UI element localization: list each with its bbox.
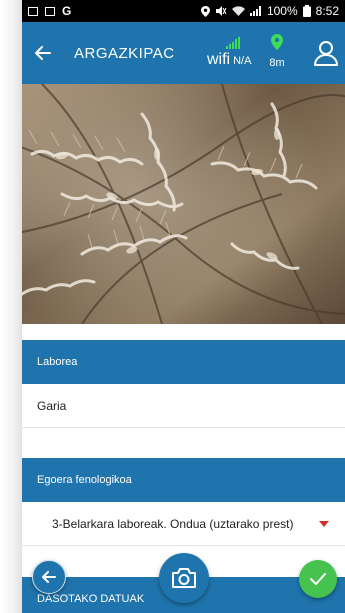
wifi-value: N/A <box>233 55 252 67</box>
phenology-label: Egoera fenologikoa <box>37 474 132 486</box>
page-title: ARGAZKIPAC <box>74 44 175 62</box>
user-icon <box>314 41 338 66</box>
signal-bars-icon <box>226 37 240 49</box>
phenology-select[interactable]: 3-Belarkara laboreak. Ondua (uztarako pr… <box>22 502 345 546</box>
crop-value: Garia <box>37 398 67 413</box>
phenology-selected-value: 3-Belarkara laboreak. Ondua (uztarako pr… <box>52 516 294 531</box>
battery-icon <box>302 5 311 17</box>
take-photo-button[interactable] <box>159 553 209 603</box>
status-right-icons: 100% 8:52 <box>200 4 339 18</box>
wheat-photo-image <box>22 84 345 324</box>
message-notification-icon <box>45 6 55 16</box>
phone-screen: G 100% 8:52 ARGAZKIPAC wifi N/A 8m Labor… <box>0 0 345 613</box>
crop-photo <box>22 84 345 324</box>
battery-percent: 100% <box>266 4 298 18</box>
header-back-button[interactable] <box>28 38 58 68</box>
app-header: ARGAZKIPAC wifi N/A 8m <box>22 22 345 84</box>
crop-section-header: Laborea <box>22 340 345 384</box>
dropdown-caret-icon <box>319 521 329 527</box>
arrow-left-icon <box>35 46 51 60</box>
status-time: 8:52 <box>315 4 339 18</box>
check-icon <box>310 573 326 585</box>
previous-step-button[interactable] <box>32 560 66 594</box>
user-profile-button[interactable] <box>313 40 339 66</box>
wifi-label: wifi <box>207 51 231 68</box>
confirm-button[interactable] <box>299 560 337 598</box>
location-pin-icon <box>271 34 283 50</box>
gallery-notification-icon <box>28 6 38 16</box>
arrow-left-icon <box>42 571 56 583</box>
status-bar: G 100% 8:52 <box>22 0 345 22</box>
location-status-icon <box>200 5 210 17</box>
google-notification-icon: G <box>62 4 72 18</box>
wifi-indicator: wifi N/A <box>207 36 259 69</box>
phenology-section-header: Egoera fenologikoa <box>22 458 345 502</box>
crop-label: Laborea <box>37 356 78 368</box>
collected-data-label: DASOTAKO DATUAK <box>37 593 145 605</box>
screen-edge <box>0 0 22 613</box>
gps-accuracy: 8m <box>269 57 285 69</box>
gps-indicator: 8m <box>262 34 292 69</box>
app-content: G 100% 8:52 ARGAZKIPAC wifi N/A 8m Labor… <box>22 0 345 613</box>
camera-icon <box>172 568 196 588</box>
crop-field[interactable]: Garia <box>22 384 345 428</box>
wifi-status-icon <box>231 6 245 16</box>
mute-status-icon <box>215 6 227 16</box>
status-left-icons: G <box>28 4 71 18</box>
cell-signal-status-icon <box>249 6 261 16</box>
